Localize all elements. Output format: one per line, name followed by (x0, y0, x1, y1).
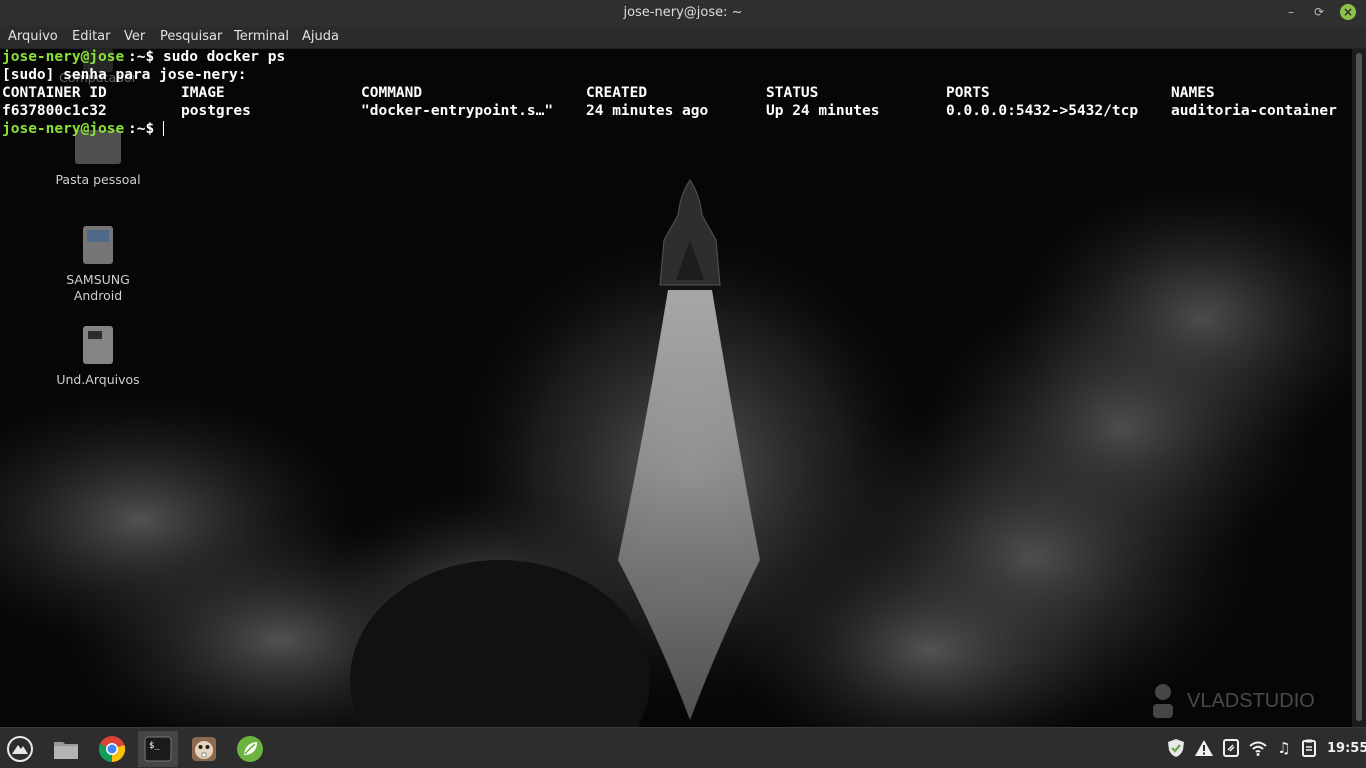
taskbar: $_ ♫ 19:55 (0, 727, 1366, 768)
cell-ports: 0.0.0.0:5432->5432/tcp (946, 103, 1139, 119)
folder-icon (54, 742, 78, 759)
docker-header-row: CONTAINER ID IMAGE COMMAND CREATED STATU… (2, 85, 1352, 103)
taskbar-dbeaver[interactable] (184, 731, 224, 767)
cell-command: "docker-entrypoint.s…" (361, 103, 554, 119)
warning-icon[interactable] (1194, 738, 1214, 758)
terminal-scrollbar[interactable] (1352, 49, 1366, 727)
chrome-icon (99, 736, 126, 763)
terminal-icon: $_ (144, 736, 172, 762)
menu-editar[interactable]: Editar (72, 29, 111, 44)
menu-arquivo[interactable]: Arquivo (8, 29, 58, 44)
menu-terminal[interactable]: Terminal (234, 29, 289, 44)
cell-container-id: f637800c1c32 (2, 103, 107, 119)
cell-image: postgres (181, 103, 251, 119)
cell-names: auditoria-container (1171, 103, 1337, 119)
taskbar-terminal[interactable]: $_ (138, 731, 178, 767)
prompt-user: jose-nery@jose (2, 49, 125, 65)
menu-ajuda[interactable]: Ajuda (302, 29, 339, 44)
desktop-screen: VLADSTUDIO Computador Pasta pessoal SAMS… (0, 0, 1366, 768)
close-button[interactable]: × (1340, 4, 1356, 20)
docker-container-row: f637800c1c32 postgres "docker-entrypoint… (2, 103, 1352, 121)
prompt-suffix: :~$ (128, 121, 163, 137)
svg-text:$_: $_ (149, 741, 160, 751)
restore-button[interactable]: ⟳ (1311, 4, 1327, 20)
music-note-icon[interactable]: ♫ (1274, 738, 1294, 758)
text-cursor (163, 121, 164, 136)
header-container-id: CONTAINER ID (2, 85, 107, 101)
terminal-menubar: Arquivo Editar Ver Pesquisar Terminal Aj… (0, 26, 1366, 49)
menu-ver[interactable]: Ver (124, 29, 145, 44)
prompt-user: jose-nery@jose (2, 121, 125, 137)
cell-created: 24 minutes ago (586, 103, 709, 119)
scrollbar-thumb[interactable] (1356, 53, 1362, 721)
header-names: NAMES (1171, 85, 1215, 101)
terminal-titlebar[interactable]: jose-nery@jose: ~ – ⟳ × (0, 0, 1366, 26)
menu-pesquisar[interactable]: Pesquisar (160, 29, 222, 44)
window-title: jose-nery@jose: ~ (623, 5, 743, 20)
taskbar-chrome[interactable] (92, 731, 132, 767)
taskbar-files[interactable] (46, 731, 86, 767)
terminal-line-sudo: [sudo] senha para jose-nery: (2, 67, 602, 85)
header-image: IMAGE (181, 85, 225, 101)
minimize-button[interactable]: – (1283, 4, 1299, 20)
terminal-output[interactable]: jose-nery@jose :~$ sudo docker ps [sudo]… (0, 49, 1352, 727)
mint-menu-icon (7, 736, 33, 762)
terminal-line-prompt: jose-nery@jose :~$ (2, 121, 602, 139)
spring-leaf-icon (237, 736, 263, 762)
command-text: sudo docker ps (163, 49, 286, 65)
taskbar-spring[interactable] (230, 731, 270, 767)
sudo-prompt: [sudo] senha para jose-nery: (2, 67, 247, 83)
cell-status: Up 24 minutes (766, 103, 880, 119)
header-ports: PORTS (946, 85, 990, 101)
screen-icon[interactable] (1221, 738, 1241, 758)
header-command: COMMAND (361, 85, 423, 101)
shield-check-icon[interactable] (1166, 738, 1186, 758)
clipboard-icon[interactable] (1299, 738, 1319, 758)
header-status: STATUS (766, 85, 819, 101)
beaver-icon (192, 737, 216, 761)
taskbar-menu-button[interactable] (0, 731, 40, 767)
header-created: CREATED (586, 85, 648, 101)
wifi-icon[interactable] (1248, 738, 1268, 758)
clock[interactable]: 19:55 (1327, 741, 1366, 756)
prompt-suffix: :~$ (128, 49, 163, 65)
terminal-line-command: jose-nery@jose :~$ sudo docker ps (2, 49, 602, 67)
